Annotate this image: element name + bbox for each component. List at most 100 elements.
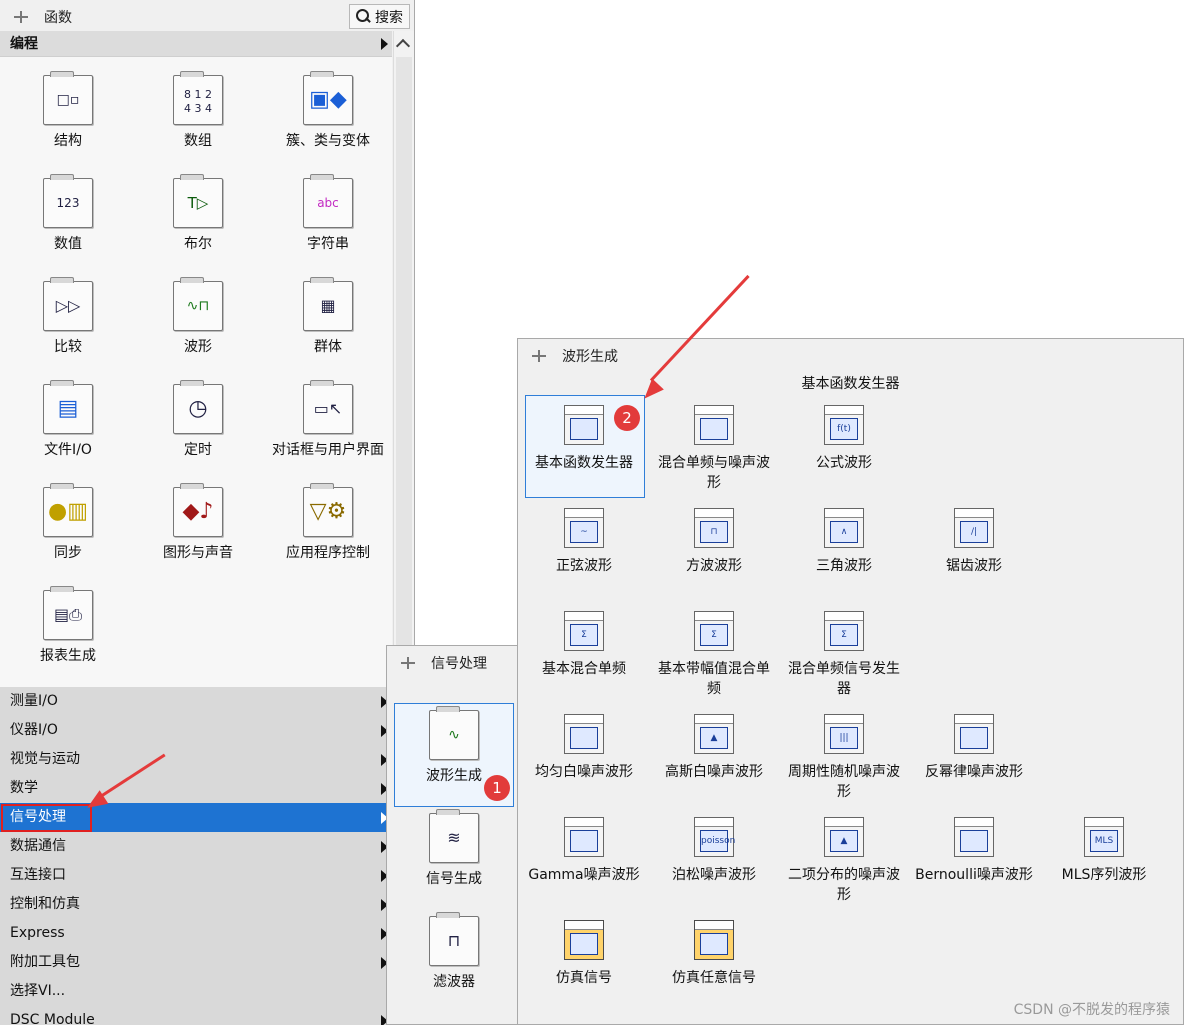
- palette-item-app-control[interactable]: ▽⚙ 应用程序控制: [263, 483, 393, 563]
- functions-palette-title: 函数: [44, 10, 72, 26]
- signal-processing-titlebar: 信号处理: [387, 646, 518, 680]
- waveform-item-4[interactable]: ⊓ 方波波形: [654, 508, 774, 576]
- pin-icon[interactable]: [530, 347, 548, 365]
- waveform-item-11[interactable]: ▲ 高斯白噪声波形: [654, 714, 774, 782]
- palette-item-cluster[interactable]: ▣◆ 簇、类与变体: [263, 71, 393, 151]
- palette-item-label: 群体: [314, 339, 342, 355]
- waveform-item-6[interactable]: /| 锯齿波形: [914, 508, 1034, 576]
- palette-item-label: 簇、类与变体: [286, 133, 370, 149]
- category-label: 测量I/O: [10, 693, 58, 709]
- palette-item-dialog[interactable]: ▭↖ 对话框与用户界面: [263, 380, 393, 460]
- waveform-glyph: [570, 727, 598, 749]
- waveform-item-label: 基本带幅值混合单频: [658, 661, 770, 697]
- waveform-item-label: Bernoulli噪声波形: [915, 867, 1033, 883]
- waveform-glyph: [570, 933, 598, 955]
- category-math[interactable]: 数学: [0, 774, 392, 803]
- palette-item-label: 数值: [54, 236, 82, 252]
- palette-item-numeric[interactable]: 123 数值: [3, 174, 133, 254]
- waveform-glyph: [700, 933, 728, 955]
- palette-item-label: 结构: [54, 133, 82, 149]
- waveform-item-label: 仿真信号: [556, 970, 612, 986]
- category-vision-motion[interactable]: 视觉与运动: [0, 745, 392, 774]
- palette-item-filters[interactable]: ⊓ 滤波器: [394, 912, 514, 992]
- structure-icon: □▫: [43, 71, 93, 125]
- waveform-item-1[interactable]: 混合单频与噪声波形: [654, 405, 774, 493]
- palette-item-label: 信号生成: [426, 871, 482, 887]
- waveform-vi-icon: poisson: [694, 817, 735, 857]
- palette-item-string[interactable]: abc 字符串: [263, 174, 393, 254]
- waveform-glyph: ∧: [830, 521, 858, 543]
- boolean-icon: T▷: [173, 174, 223, 228]
- palette-item-structure[interactable]: □▫ 结构: [3, 71, 133, 151]
- category-label: 选择VI...: [10, 983, 66, 999]
- palette-item-boolean[interactable]: T▷ 布尔: [133, 174, 263, 254]
- waveform-item-label: 高斯白噪声波形: [665, 764, 763, 780]
- pin-icon[interactable]: [12, 8, 30, 26]
- scroll-up-icon[interactable]: [395, 38, 411, 54]
- waveform-item-8[interactable]: Σ 基本带幅值混合单频: [654, 611, 774, 699]
- comparison-icon: ▷▷: [43, 277, 93, 331]
- waveform-glyph: Σ: [700, 624, 728, 646]
- waveform-item-16[interactable]: ▲ 二项分布的噪声波形: [784, 817, 904, 905]
- waveform-item-14[interactable]: Gamma噪声波形: [524, 817, 644, 885]
- waveform-item-15[interactable]: poisson 泊松噪声波形: [654, 817, 774, 885]
- waveform-item-label: 三角波形: [816, 558, 872, 574]
- waveform-item-12[interactable]: ||| 周期性随机噪声波形: [784, 714, 904, 802]
- category-signal-processing[interactable]: 信号处理: [0, 803, 392, 832]
- waveform-vi-icon: MLS: [1084, 817, 1124, 857]
- waveform-item-7[interactable]: Σ 基本混合单频: [524, 611, 644, 679]
- category-control-simulation[interactable]: 控制和仿真: [0, 890, 392, 919]
- timing-icon: ◷: [173, 380, 223, 434]
- filter-icon: ⊓: [429, 912, 479, 966]
- waveform-item-19[interactable]: 仿真信号: [524, 920, 644, 988]
- category-addons[interactable]: 附加工具包: [0, 948, 392, 977]
- waveform-item-label: 泊松噪声波形: [672, 867, 756, 883]
- sync-icon: ●▥: [43, 483, 93, 537]
- chevron-right-icon: [381, 38, 388, 50]
- waveform-item-3[interactable]: ~ 正弦波形: [524, 508, 644, 576]
- category-select-vi[interactable]: 选择VI...: [0, 977, 392, 1006]
- palette-item-file-io[interactable]: ▤ 文件I/O: [3, 380, 133, 460]
- waveform-item-label: 周期性随机噪声波形: [788, 764, 900, 800]
- section-header-programming[interactable]: 编程: [0, 31, 392, 57]
- category-label: 视觉与运动: [10, 751, 80, 767]
- category-data-communication[interactable]: 数据通信: [0, 832, 392, 861]
- category-connectivity[interactable]: 互连接口: [0, 861, 392, 890]
- palette-item-timing[interactable]: ◷ 定时: [133, 380, 263, 460]
- palette-item-graphics-sound[interactable]: ◆♪ 图形与声音: [133, 483, 263, 563]
- step-badge-2: 2: [614, 405, 640, 431]
- waveform-item-13[interactable]: 反幂律噪声波形: [914, 714, 1034, 782]
- category-express[interactable]: Express: [0, 919, 392, 948]
- palette-item-report[interactable]: ▤⎙ 报表生成: [3, 586, 133, 666]
- palette-item-comparison[interactable]: ▷▷ 比较: [3, 277, 133, 357]
- palette-item-signal-generation[interactable]: ≋ 信号生成: [394, 809, 514, 889]
- waveform-vi-icon: ~: [564, 508, 604, 548]
- palette-item-waveform[interactable]: ∿⊓ 波形: [133, 277, 263, 357]
- waveform-item-10[interactable]: 均匀白噪声波形: [524, 714, 644, 782]
- category-dsc-module[interactable]: DSC Module: [0, 1006, 392, 1025]
- waveform-item-5[interactable]: ∧ 三角波形: [784, 508, 904, 576]
- palette-item-array[interactable]: 8 1 24 3 4 数组: [133, 71, 263, 151]
- waveform-glyph: Σ: [570, 624, 598, 646]
- waveform-item-20[interactable]: 仿真任意信号: [654, 920, 774, 988]
- waveform-glyph: [960, 727, 988, 749]
- waveform-item-17[interactable]: Bernoulli噪声波形: [914, 817, 1034, 885]
- watermark: CSDN @不脱发的程序猿: [1013, 1002, 1170, 1018]
- waveform-vi-icon: [564, 920, 604, 960]
- category-instrument-io[interactable]: 仪器I/O: [0, 716, 392, 745]
- file-io-icon: ▤: [43, 380, 93, 434]
- pin-icon[interactable]: [399, 654, 417, 672]
- category-label: DSC Module: [10, 1012, 95, 1025]
- category-label: 数据通信: [10, 838, 66, 854]
- palette-item-label: 对话框与用户界面: [272, 442, 384, 458]
- palette-item-sync[interactable]: ●▥ 同步: [3, 483, 133, 563]
- waveform-item-9[interactable]: Σ 混合单频信号发生器: [784, 611, 904, 699]
- palette-item-group[interactable]: ▦ 群体: [263, 277, 393, 357]
- waveform-item-18[interactable]: MLS MLS序列波形: [1044, 817, 1164, 885]
- waveform-item-label: 反幂律噪声波形: [925, 764, 1023, 780]
- category-list: 测量I/O 仪器I/O 视觉与运动 数学 信号处理 数据通信 互连接口 控制和仿…: [0, 687, 392, 1025]
- waveform-item-label: MLS序列波形: [1061, 867, 1147, 883]
- category-measurement-io[interactable]: 测量I/O: [0, 687, 392, 716]
- search-button[interactable]: 搜索: [349, 4, 410, 29]
- waveform-item-2[interactable]: f(t) 公式波形: [784, 405, 904, 473]
